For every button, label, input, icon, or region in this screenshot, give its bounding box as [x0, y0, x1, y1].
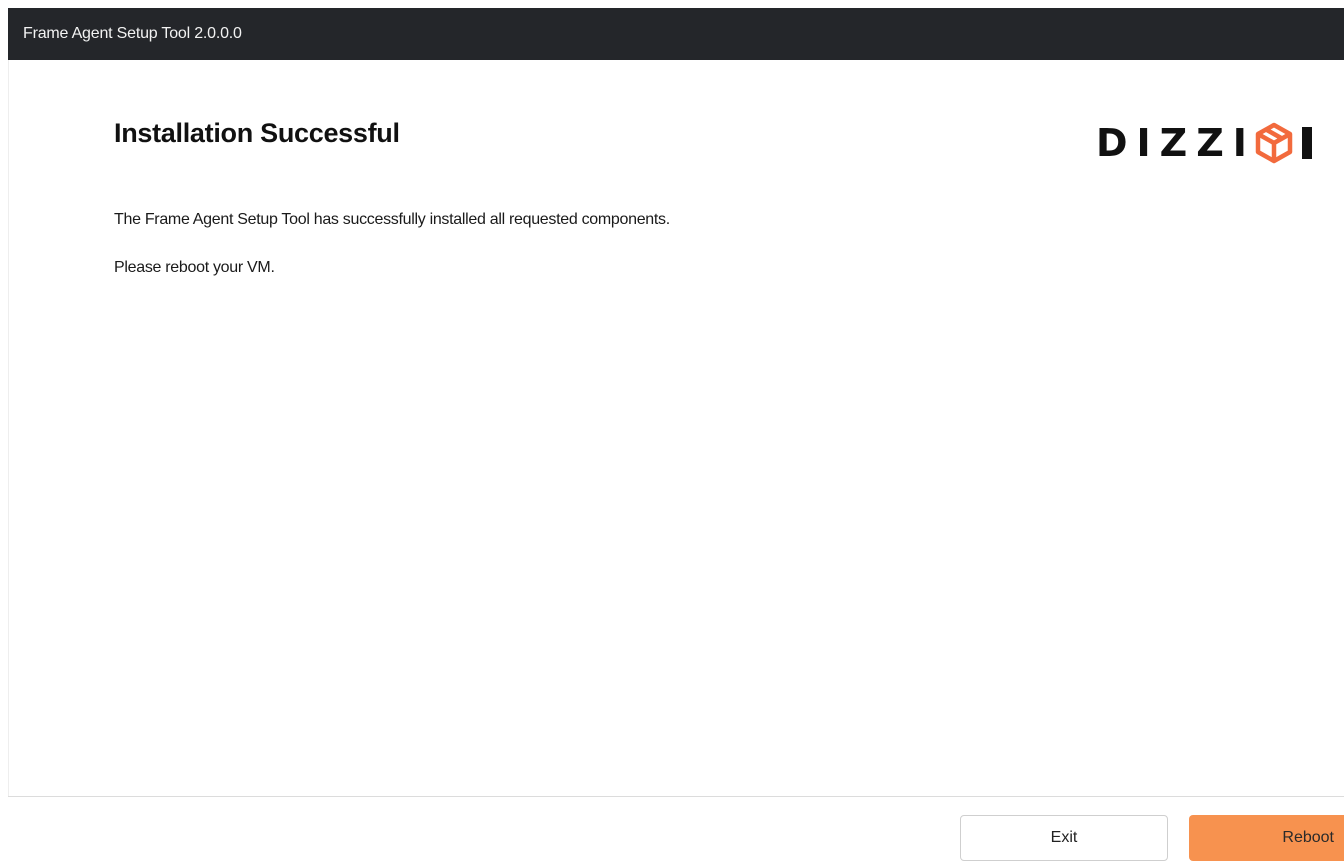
cube-icon — [1255, 122, 1293, 164]
window-title: Frame Agent Setup Tool 2.0.0.0 — [23, 25, 242, 42]
setup-window: Frame Agent Setup Tool 2.0.0.0 Installat… — [0, 0, 1344, 864]
reboot-button[interactable]: Reboot — [1189, 815, 1344, 861]
logo-wordmark: DIZZI — [1096, 121, 1256, 165]
footer-bar: Exit Reboot — [8, 796, 1344, 864]
exit-button[interactable]: Exit — [960, 815, 1168, 861]
logo-wordmark-cut-letter — [1301, 127, 1312, 159]
title-bar: Frame Agent Setup Tool 2.0.0.0 — [8, 8, 1344, 60]
success-message: The Frame Agent Setup Tool has successfu… — [114, 211, 670, 228]
brand-logo: DIZZI — [1096, 120, 1344, 166]
reboot-instruction: Please reboot your VM. — [114, 259, 275, 276]
main-content: Installation Successful The Frame Agent … — [8, 60, 1344, 796]
page-title: Installation Successful — [114, 118, 400, 148]
